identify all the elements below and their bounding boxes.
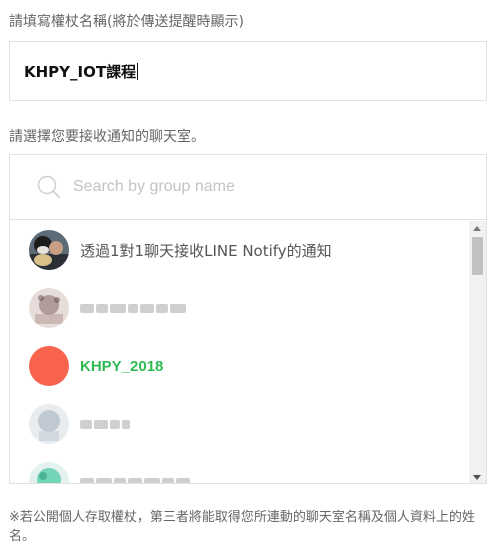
chat-list: 透過1對1聊天接收LINE Notify的通知 KHPY_2018	[10, 221, 486, 483]
scroll-down-arrow-icon[interactable]	[473, 475, 481, 480]
blurred-name	[80, 303, 186, 313]
photo-icon	[29, 230, 69, 270]
scroll-thumb[interactable]	[472, 237, 483, 275]
list-item[interactable]: KHPY_2018	[10, 337, 486, 395]
scroll-up-arrow-icon[interactable]	[473, 226, 481, 231]
token-name-input[interactable]: KHPY_IOT課程	[9, 41, 487, 101]
group-icon	[29, 346, 69, 386]
blurred-name	[80, 419, 130, 429]
list-item[interactable]: 透過1對1聊天接收LINE Notify的通知	[10, 221, 486, 279]
token-name-value: KHPY_IOT課程	[24, 62, 137, 81]
search-icon	[37, 175, 61, 199]
search-row	[10, 155, 486, 220]
blurred-photo-icon	[29, 404, 69, 444]
text-caret	[137, 62, 139, 80]
list-item[interactable]	[10, 279, 486, 337]
blurred-name	[80, 477, 190, 483]
list-item-label: 透過1對1聊天接收LINE Notify的通知	[80, 241, 332, 260]
blurred-photo-icon	[29, 288, 69, 328]
token-name-label: 請填寫權杖名稱(將於傳送提醒時顯示)	[9, 14, 244, 30]
chat-select-panel: 透過1對1聊天接收LINE Notify的通知 KHPY_2018	[9, 154, 487, 484]
privacy-notice: ※若公開個人存取權杖，第三者將能取得您所連動的聊天室名稱及個人資料上的姓名。	[9, 510, 475, 544]
search-input[interactable]	[73, 172, 453, 202]
list-item[interactable]	[10, 453, 486, 483]
blurred-photo-icon	[29, 462, 69, 483]
list-item-label: KHPY_2018	[80, 357, 164, 375]
list-item[interactable]	[10, 395, 486, 453]
list-scrollbar[interactable]	[469, 221, 486, 483]
chat-select-label: 請選擇您要接收通知的聊天室。	[9, 129, 205, 145]
